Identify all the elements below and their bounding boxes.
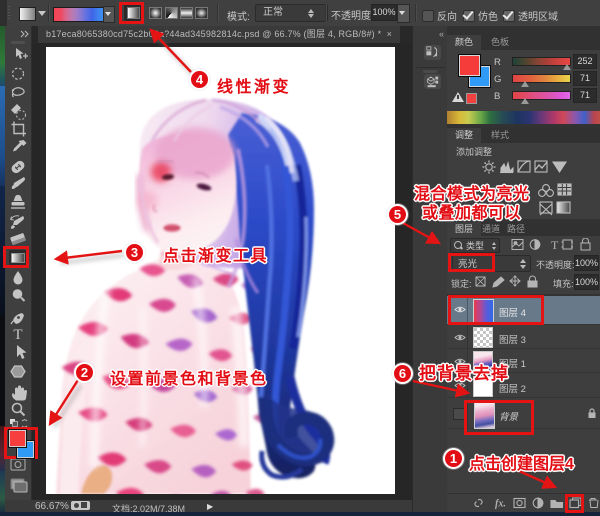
svg-text:T: T: [551, 238, 559, 251]
svg-text:T: T: [13, 327, 22, 343]
svg-text:fx.: fx.: [495, 499, 506, 510]
